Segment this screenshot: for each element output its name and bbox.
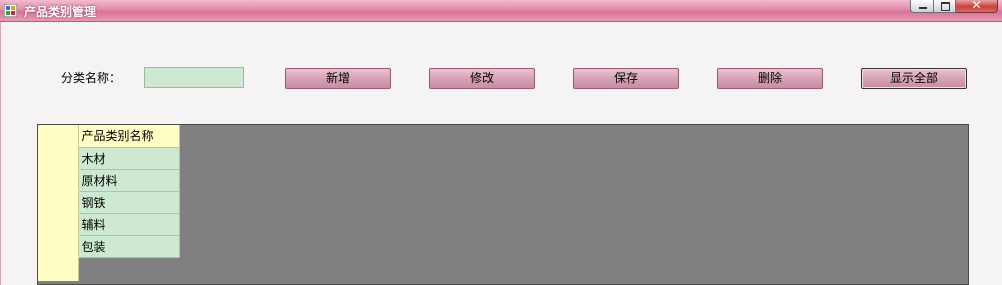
row-header[interactable] — [38, 213, 79, 236]
minimize-icon — [919, 7, 927, 9]
table-row[interactable]: 包装 — [38, 234, 180, 258]
client-area: 分类名称： 新增 修改 保存 删除 显示全部 产品类别名称 木材 原材料 钢铁 — [0, 22, 1002, 285]
save-button[interactable]: 保存 — [573, 68, 679, 89]
category-grid[interactable]: 产品类别名称 木材 原材料 钢铁 辅料 包装 — [37, 124, 969, 285]
table-row[interactable]: 木材 — [38, 146, 180, 170]
window-title: 产品类别管理 — [24, 5, 97, 19]
maximize-icon — [941, 2, 950, 11]
grid-table: 产品类别名称 木材 原材料 钢铁 辅料 包装 — [38, 125, 180, 281]
table-cell[interactable]: 辅料 — [77, 212, 180, 236]
edit-button[interactable]: 修改 — [429, 68, 535, 89]
close-icon: ✕ — [971, 0, 982, 12]
row-header[interactable] — [38, 235, 79, 258]
show-all-button[interactable]: 显示全部 — [861, 68, 967, 89]
row-header[interactable] — [38, 147, 79, 170]
table-cell[interactable]: 包装 — [77, 234, 180, 258]
empty-area — [78, 257, 179, 281]
grid-corner-header[interactable] — [38, 125, 79, 147]
row-header[interactable] — [38, 169, 79, 192]
column-header-category-name[interactable]: 产品类别名称 — [77, 125, 180, 148]
grid-header-row: 产品类别名称 — [38, 125, 180, 148]
row-header[interactable] — [38, 257, 79, 281]
table-row[interactable]: 辅料 — [38, 212, 180, 236]
row-header[interactable] — [38, 191, 79, 214]
close-button[interactable]: ✕ — [956, 0, 998, 13]
delete-button[interactable]: 删除 — [717, 68, 823, 89]
table-cell[interactable]: 木材 — [77, 146, 180, 170]
app-icon — [4, 4, 17, 17]
table-cell[interactable]: 原材料 — [77, 168, 180, 192]
title-bar: 产品类别管理 ✕ — [0, 0, 1002, 22]
table-row[interactable]: 钢铁 — [38, 190, 180, 214]
new-row[interactable] — [38, 257, 179, 281]
category-name-input[interactable] — [144, 67, 244, 88]
add-button[interactable]: 新增 — [285, 68, 391, 89]
table-row[interactable]: 原材料 — [38, 168, 180, 192]
category-name-label: 分类名称： — [61, 71, 122, 85]
minimize-button[interactable] — [910, 0, 934, 13]
maximize-button[interactable] — [934, 0, 956, 13]
table-cell[interactable]: 钢铁 — [77, 190, 180, 214]
